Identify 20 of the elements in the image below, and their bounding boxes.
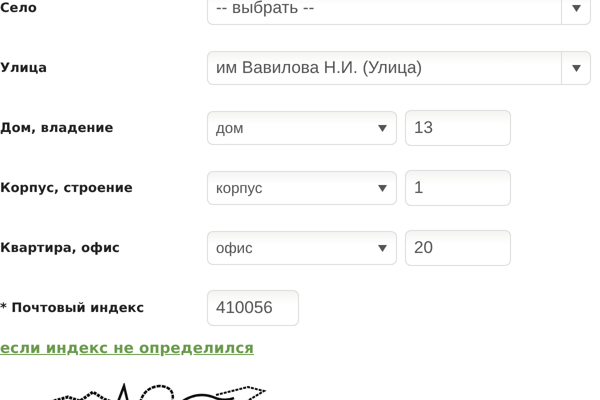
dropdown-arrow-icon — [378, 124, 386, 132]
dropdown-arrow-icon — [572, 64, 580, 72]
dropdown[interactable]: -- выбрать -- — [207, 0, 591, 25]
dropdown[interactable]: дом — [207, 111, 397, 145]
input-field[interactable]: 20 — [405, 230, 511, 266]
dropdown-arrow-icon — [572, 4, 580, 12]
input-field[interactable]: 410056 — [207, 290, 299, 326]
field-label: Дом, владение — [0, 120, 114, 136]
dropdown[interactable]: им Вавилова Н.И. (Улица) — [207, 51, 591, 85]
dropdown[interactable]: корпус — [207, 171, 397, 205]
dropdown-arrow-icon — [378, 244, 386, 252]
input-field[interactable]: 1 — [405, 170, 511, 206]
dropdown-arrow-icon — [378, 184, 386, 192]
field-label: * Почтовый индекс — [0, 300, 146, 316]
dropdown[interactable]: офис — [207, 231, 397, 265]
field-label: Улица — [0, 60, 48, 76]
field-label: Село — [0, 0, 38, 16]
input-field[interactable]: 13 — [405, 110, 511, 146]
field-label: Корпус, строение — [0, 180, 134, 196]
field-label: Квартира, офис — [0, 240, 121, 256]
